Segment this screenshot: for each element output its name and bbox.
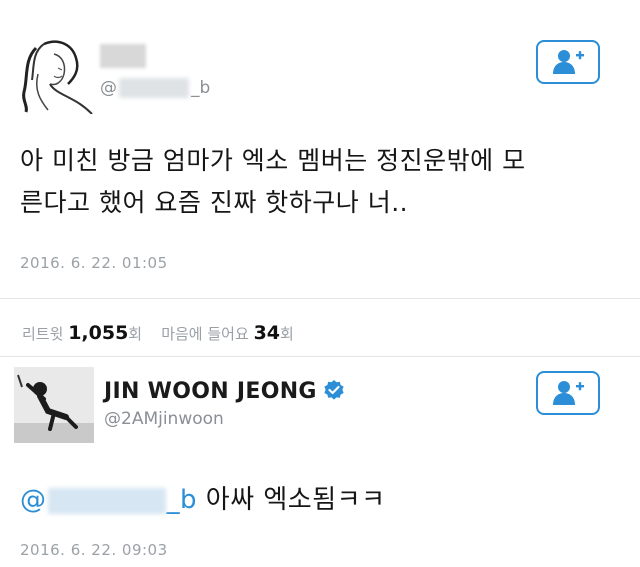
tweet-timestamp[interactable]: 2016. 6. 22. 09:03 — [20, 541, 168, 559]
mention-redacted — [47, 487, 166, 514]
reply-body: 아싸 엑소됨ㅋㅋ — [205, 485, 386, 515]
avatar[interactable] — [14, 34, 94, 114]
like-label: 마음에 들어요 — [161, 325, 249, 343]
tweet-text-line-1: 아 미친 방금 엄마가 엑소 멤버는 정진운밖에 모 — [20, 146, 526, 175]
tweet-text-line-2: 른다고 했어 요즘 진짜 핫하구나 너.. — [20, 188, 409, 217]
retweet-count: 1,055 — [68, 322, 129, 344]
divider — [0, 298, 640, 299]
tweet-text: 아 미친 방금 엄마가 엑소 멤버는 정진운밖에 모 른다고 했어 요즘 진짜 … — [20, 140, 630, 224]
verified-badge-icon — [324, 380, 344, 400]
tweet-timestamp[interactable]: 2016. 6. 22. 01:05 — [20, 254, 168, 272]
retweet-label: 리트윗 — [22, 325, 64, 343]
engagement-stats: 리트윗 1,055회 마음에 들어요 34회 — [22, 322, 294, 344]
display-name-redacted — [100, 44, 146, 68]
like-unit: 회 — [280, 325, 294, 343]
tweet-original: @ _b 아 미친 방금 엄마가 엑소 멤버는 정진운밖에 모 른다고 했어 요즘… — [0, 0, 640, 300]
handle-suffix: _b — [191, 78, 211, 98]
handle-redacted — [119, 78, 189, 98]
avatar-performer-image — [14, 367, 94, 443]
mention-prefix: @ — [20, 485, 47, 515]
mention-link[interactable]: @ _b — [20, 485, 197, 515]
display-name-text: JIN WOON JEONG — [104, 379, 317, 404]
retweet-unit: 회 — [128, 325, 143, 343]
like-count: 34 — [253, 322, 281, 344]
display-name[interactable]: JIN WOON JEONG — [104, 379, 345, 404]
add-user-icon — [553, 381, 584, 405]
handle-prefix: @ — [100, 78, 117, 98]
reply-text: @ _b 아싸 엑소됨ㅋㅋ — [20, 479, 386, 516]
avatar[interactable] — [14, 367, 94, 443]
avatar-sketch-image — [22, 40, 93, 114]
handle[interactable]: @2AMjinwoon — [104, 409, 224, 429]
tweet-reply: JIN WOON JEONG @2AMjinwoon @ _b 아싸 엑소됨ㅋㅋ … — [0, 357, 640, 567]
like-stat[interactable]: 마음에 들어요 34회 — [161, 322, 294, 344]
add-user-icon — [553, 50, 584, 74]
retweet-stat[interactable]: 리트윗 1,055회 — [22, 322, 147, 344]
handle: @ _b — [100, 78, 210, 98]
follow-button[interactable] — [536, 40, 600, 84]
mention-suffix: _b — [166, 485, 198, 515]
follow-button[interactable] — [536, 371, 600, 415]
